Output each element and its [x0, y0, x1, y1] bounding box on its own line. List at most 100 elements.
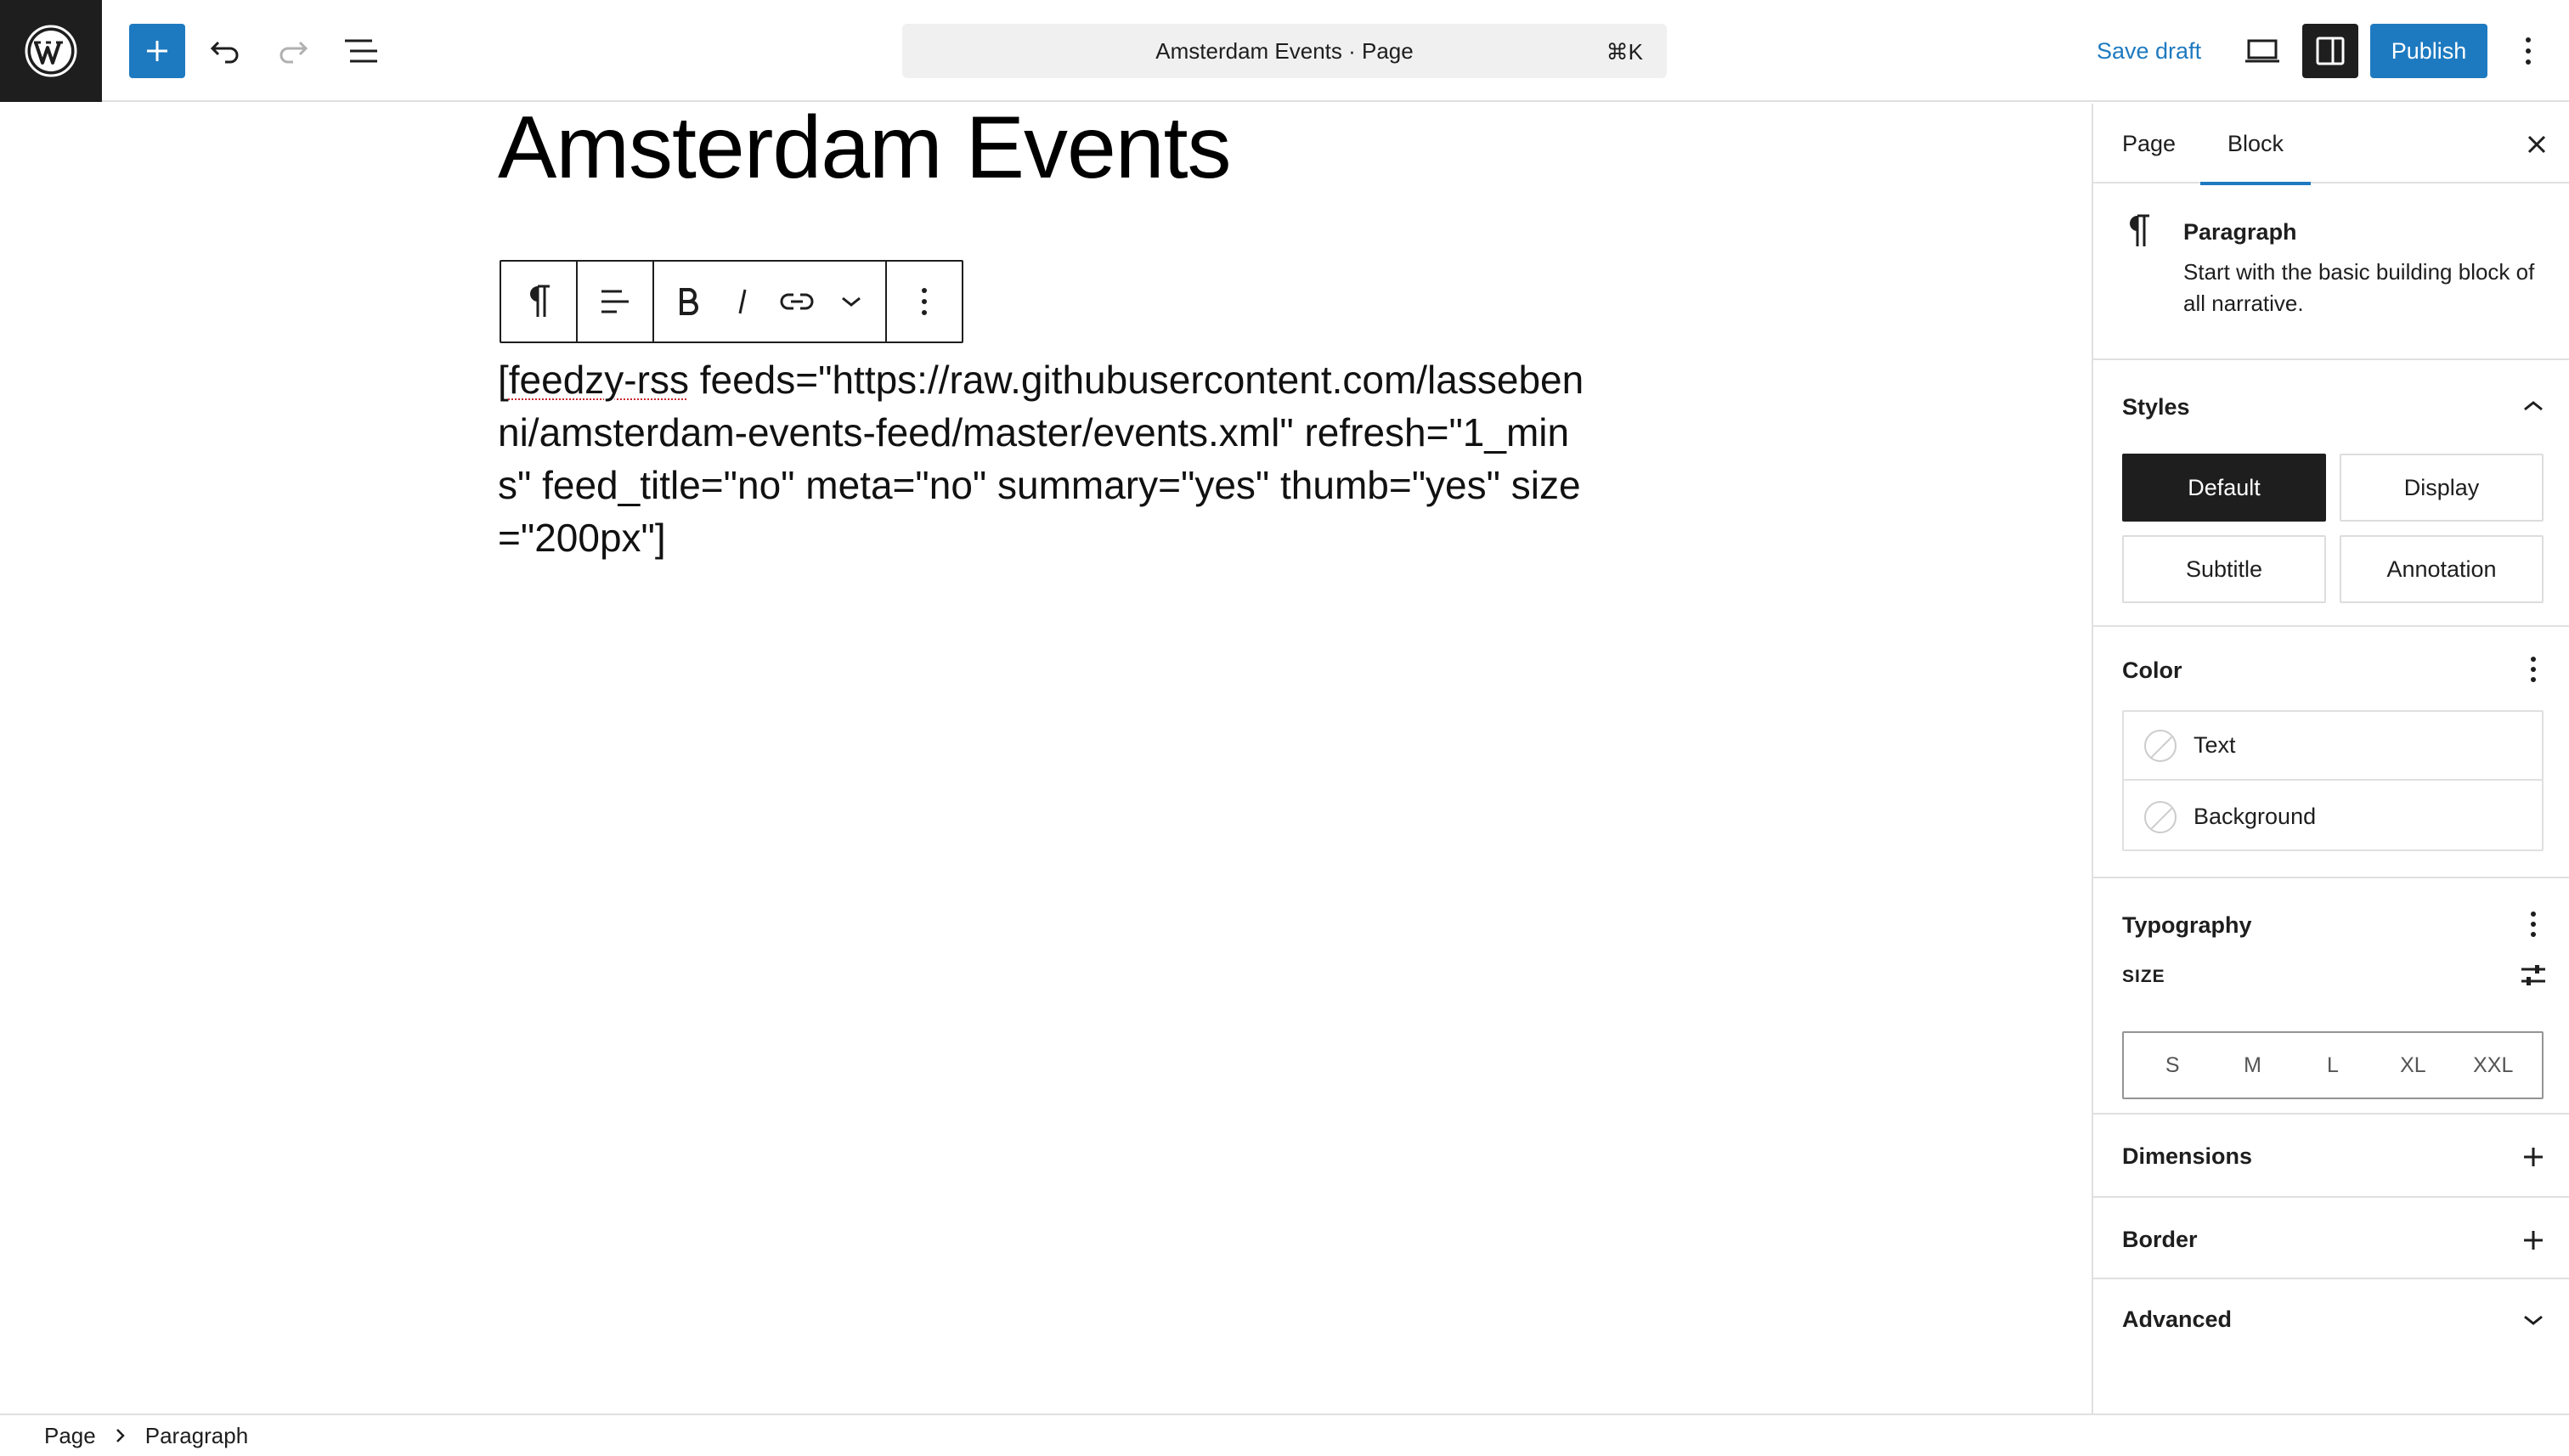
- background-color-label: Background: [2194, 804, 2317, 829]
- document-bar[interactable]: Amsterdam Events · Page ⌘K: [902, 24, 1667, 78]
- chevron-right-icon: [116, 1429, 125, 1442]
- settings-sliders-icon: [2521, 965, 2545, 985]
- font-size-picker: S M L XL XXL: [2122, 1031, 2544, 1099]
- size-option-xxl[interactable]: XXL: [2459, 1053, 2527, 1078]
- color-options-button[interactable]: [2516, 652, 2550, 686]
- format-group: [654, 262, 887, 341]
- custom-size-button[interactable]: [2516, 958, 2550, 992]
- paragraph-prefix: [: [498, 358, 509, 402]
- style-subtitle-button[interactable]: Subtitle: [2122, 535, 2326, 603]
- more-vertical-icon: [922, 288, 927, 315]
- color-panel-title: Color: [2122, 657, 2182, 683]
- plus-icon[interactable]: [2516, 1223, 2550, 1257]
- breadcrumb-page[interactable]: Page: [44, 1423, 96, 1449]
- sidebar-toggle-icon: [2316, 37, 2345, 65]
- empty-swatch-icon: [2144, 800, 2177, 833]
- wordpress-logo-icon: [25, 25, 77, 77]
- advanced-panel[interactable]: Advanced: [2093, 1281, 2569, 1361]
- plus-icon[interactable]: [2516, 1140, 2550, 1174]
- alignment-group: [578, 262, 654, 341]
- preview-button[interactable]: [2234, 24, 2290, 78]
- style-display-button[interactable]: Display: [2340, 454, 2544, 522]
- list-view-icon: [345, 39, 377, 63]
- desktop-preview-icon: [2245, 39, 2279, 63]
- typography-panel: Typography SIZE S M L XL XXL: [2093, 880, 2569, 1115]
- close-sidebar-button[interactable]: [2518, 126, 2555, 163]
- paragraph-transform-button[interactable]: [511, 274, 566, 329]
- dimensions-panel[interactable]: Dimensions: [2093, 1116, 2569, 1198]
- dimensions-panel-title: Dimensions: [2122, 1143, 2253, 1169]
- more-formats-button[interactable]: [827, 274, 875, 329]
- breadcrumb-paragraph[interactable]: Paragraph: [145, 1423, 248, 1449]
- list-view-button[interactable]: [333, 24, 389, 78]
- size-option-xl[interactable]: XL: [2379, 1053, 2447, 1078]
- chevron-up-icon[interactable]: [2516, 389, 2550, 423]
- post-title[interactable]: Amsterdam Events: [498, 104, 1232, 192]
- text-color-option[interactable]: Text: [2124, 712, 2542, 781]
- options-menu-button[interactable]: [2506, 24, 2550, 78]
- block-type-group: [501, 262, 578, 341]
- tab-block-label: Block: [2227, 130, 2284, 156]
- top-toolbar: Amsterdam Events · Page ⌘K Save draft Pu…: [0, 0, 2569, 102]
- editor-canvas: [0, 104, 2092, 1414]
- typography-panel-title: Typography: [2122, 912, 2252, 938]
- close-icon: [2527, 135, 2546, 154]
- more-vertical-icon: [2526, 37, 2531, 65]
- block-description: Start with the basic building block of a…: [2183, 259, 2535, 316]
- command-shortcut: ⌘K: [1606, 39, 1643, 65]
- redo-icon: [279, 41, 308, 64]
- more-vertical-icon: [2531, 911, 2536, 937]
- italic-button[interactable]: [719, 274, 766, 329]
- font-size-label: SIZE: [2122, 967, 2165, 986]
- chevron-down-icon[interactable]: [2516, 1303, 2550, 1337]
- paragraph-icon: [2126, 214, 2151, 257]
- undo-icon: [210, 41, 239, 64]
- more-vertical-icon: [2531, 657, 2536, 682]
- style-default-button[interactable]: Default: [2122, 454, 2326, 522]
- advanced-panel-title: Advanced: [2122, 1306, 2233, 1332]
- text-color-label: Text: [2194, 732, 2236, 758]
- typography-options-button[interactable]: [2516, 907, 2550, 941]
- link-icon: [780, 293, 814, 310]
- styles-panel: Styles Default Display Subtitle Annotati…: [2093, 362, 2569, 627]
- align-button[interactable]: [588, 274, 642, 329]
- styles-panel-title[interactable]: Styles: [2122, 394, 2190, 420]
- empty-swatch-icon: [2144, 729, 2177, 762]
- spellcheck-flagged-word: feedzy-rss: [508, 358, 689, 402]
- wordpress-logo[interactable]: [0, 0, 102, 102]
- block-toolbar: [500, 260, 963, 343]
- redo-button[interactable]: [265, 24, 321, 78]
- sidebar-tabs: Page Block: [2093, 104, 2569, 185]
- background-color-option[interactable]: Background: [2124, 782, 2542, 851]
- block-options-group: [887, 262, 962, 341]
- link-button[interactable]: [773, 274, 821, 329]
- undo-button[interactable]: [197, 24, 253, 78]
- publish-button[interactable]: Publish: [2370, 24, 2487, 78]
- bold-icon: [680, 288, 698, 315]
- italic-icon: [738, 289, 747, 314]
- tab-page[interactable]: Page: [2122, 104, 2176, 183]
- save-draft-button[interactable]: Save draft: [2090, 24, 2208, 78]
- block-options-button[interactable]: [897, 274, 951, 329]
- document-title: Amsterdam Events · Page: [1155, 37, 1414, 64]
- style-annotation-button[interactable]: Annotation: [2340, 535, 2544, 603]
- border-panel[interactable]: Border: [2093, 1199, 2569, 1279]
- settings-toggle-button[interactable]: [2302, 24, 2358, 78]
- block-name: Paragraph: [2183, 219, 2297, 245]
- plus-icon: [147, 41, 167, 61]
- border-panel-title: Border: [2122, 1227, 2198, 1252]
- bold-button[interactable]: [664, 274, 712, 329]
- settings-sidebar: Page Block Paragraph Start with the basi…: [2092, 104, 2569, 1414]
- tab-block[interactable]: Block: [2200, 104, 2312, 185]
- block-breadcrumb: Page Paragraph: [0, 1414, 2569, 1456]
- size-option-l[interactable]: L: [2299, 1053, 2367, 1078]
- add-block-button[interactable]: [129, 24, 185, 78]
- block-card: Paragraph Start with the basic building …: [2093, 185, 2569, 360]
- size-option-m[interactable]: M: [2219, 1053, 2287, 1078]
- size-option-s[interactable]: S: [2138, 1053, 2206, 1078]
- color-panel: Color Text Background: [2093, 629, 2569, 878]
- color-settings: Text Background: [2122, 710, 2544, 851]
- paragraph-icon: [530, 285, 550, 317]
- chevron-down-icon: [842, 296, 861, 307]
- paragraph-block[interactable]: [feedzy-rss feeds="https://raw.githubuse…: [498, 353, 1602, 564]
